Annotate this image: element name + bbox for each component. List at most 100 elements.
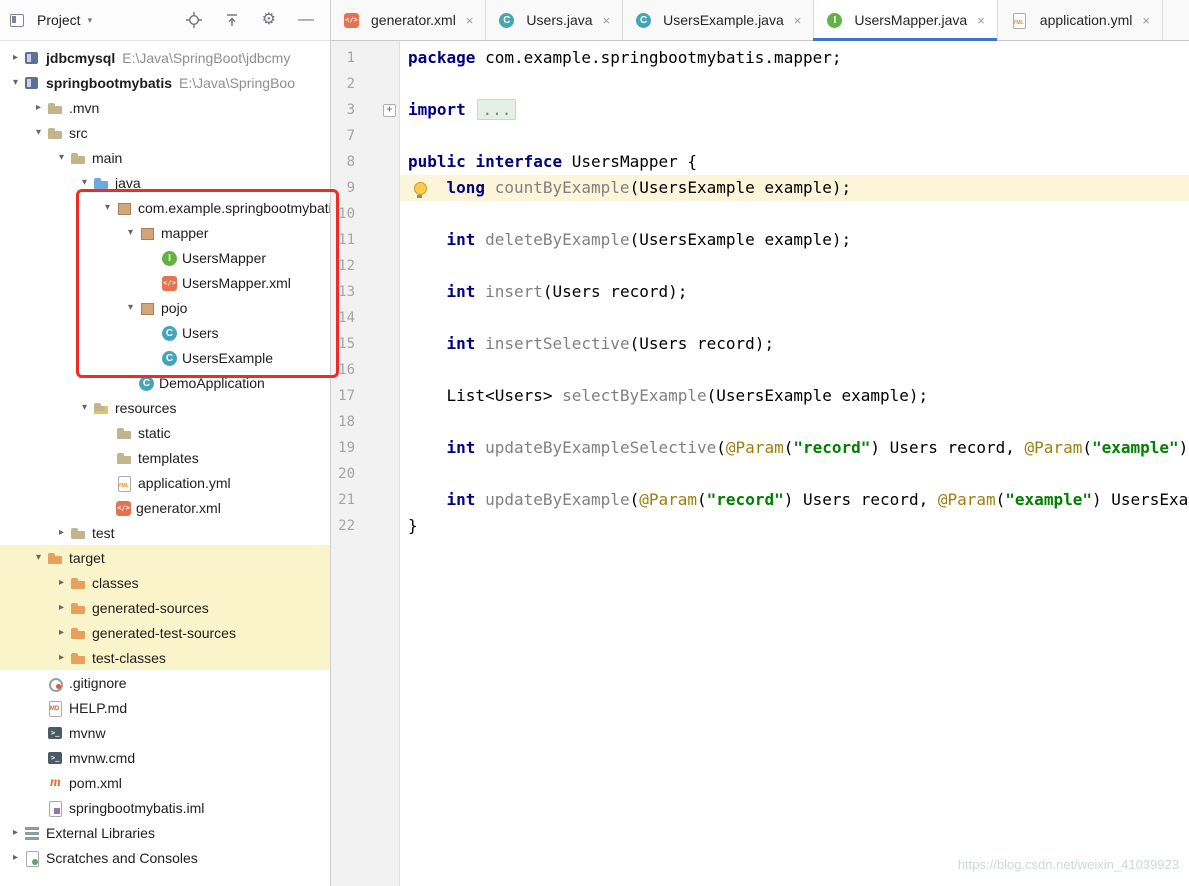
folder-orange-icon xyxy=(70,650,87,666)
code-token xyxy=(408,438,447,457)
chevron-down-icon[interactable]: ▾ xyxy=(100,202,115,213)
tree-item-static[interactable]: static xyxy=(0,420,330,445)
tree-item-scratches-and-consoles[interactable]: ▸Scratches and Consoles xyxy=(0,845,330,870)
tree-item-usersexample[interactable]: UsersExample xyxy=(0,345,330,370)
chevron-right-icon[interactable]: ▸ xyxy=(31,102,46,113)
xml-icon xyxy=(344,13,359,28)
project-toolbar: Project ▾ ⚙ — xyxy=(0,0,330,41)
tree-item-users[interactable]: Users xyxy=(0,320,330,345)
code-text: int insertSelective(Users record); xyxy=(400,331,774,357)
project-panel-title[interactable]: Project xyxy=(37,12,81,28)
tree-item-test[interactable]: ▸ test xyxy=(0,520,330,545)
tree-item-label: com.example.springbootmybatis xyxy=(138,200,330,216)
tree-item-generated-test-sources[interactable]: ▸generated-test-sources xyxy=(0,620,330,645)
locate-file-icon[interactable] xyxy=(186,12,202,28)
tree-item-main[interactable]: ▾main xyxy=(0,145,330,170)
tree-item-resources[interactable]: ▾resources xyxy=(0,395,330,420)
chevron-down-icon[interactable]: ▾ xyxy=(54,152,69,163)
chevron-down-icon[interactable]: ▾ xyxy=(77,402,92,413)
tree-item-application-yml[interactable]: application.yml xyxy=(0,470,330,495)
chevron-right-icon[interactable]: ▸ xyxy=(54,602,69,613)
tree-item-mvn[interactable]: ▸.mvn xyxy=(0,95,330,120)
chevron-down-icon[interactable]: ▾ xyxy=(31,127,46,138)
code-token: List<Users> xyxy=(408,386,562,405)
tree-item-jdbcmysql[interactable]: ▸jdbcmysqlE:\Java\SpringBoot\jdbcmy xyxy=(0,45,330,70)
tree-item-label: HELP.md xyxy=(69,700,127,716)
code-line: int updateByExample(@Param("record") Use… xyxy=(400,487,1189,513)
tab-label: UsersExample.java xyxy=(663,12,784,28)
settings-gear-icon[interactable]: ⚙ xyxy=(262,12,276,28)
tree-item-label: test-classes xyxy=(92,650,166,666)
tree-item-springbootmybatis-iml[interactable]: springbootmybatis.iml xyxy=(0,795,330,820)
chevron-down-icon[interactable]: ▾ xyxy=(123,227,138,238)
code-token: UsersMapper { xyxy=(562,152,697,171)
close-tab-icon[interactable]: × xyxy=(603,13,611,28)
gutter-line: 8 xyxy=(331,149,399,175)
watermark-text: https://blog.csdn.net/weixin_41039923 xyxy=(958,857,1179,872)
chevron-right-icon[interactable]: ▸ xyxy=(8,827,23,838)
class-icon xyxy=(162,326,177,341)
close-tab-icon[interactable]: × xyxy=(466,13,474,28)
tab-generator-xml[interactable]: generator.xml× xyxy=(331,0,486,40)
tree-item-springbootmybatis[interactable]: ▾springbootmybatisE:\Java\SpringBoo xyxy=(0,70,330,95)
tree-item-pojo[interactable]: ▾pojo xyxy=(0,295,330,320)
line-number: 15 xyxy=(331,331,355,357)
tree-item-external-libraries[interactable]: ▸External Libraries xyxy=(0,820,330,845)
chevron-down-icon[interactable]: ▾ xyxy=(123,302,138,313)
tree-item-templates[interactable]: templates xyxy=(0,445,330,470)
chevron-down-icon[interactable]: ▾ xyxy=(88,15,93,26)
tab-usersmapper-java[interactable]: UsersMapper.java× xyxy=(814,0,997,40)
close-tab-icon[interactable]: × xyxy=(1142,13,1150,28)
tree-item-src[interactable]: ▾src xyxy=(0,120,330,145)
chevron-right-icon[interactable]: ▸ xyxy=(54,577,69,588)
intention-bulb-icon[interactable] xyxy=(414,182,427,195)
chevron-right-icon[interactable]: ▸ xyxy=(8,852,23,863)
tree-item-com-example-springbootmybatis[interactable]: ▾ com.example.springbootmybatis xyxy=(0,195,330,220)
chevron-down-icon[interactable]: ▾ xyxy=(31,552,46,563)
chevron-right-icon[interactable]: ▸ xyxy=(54,527,69,538)
tree-item-generator-xml[interactable]: generator.xml xyxy=(0,495,330,520)
close-tab-icon[interactable]: × xyxy=(794,13,802,28)
tree-item-path: E:\Java\SpringBoot\jdbcmy xyxy=(122,50,290,66)
code-token xyxy=(475,490,485,509)
iml-icon xyxy=(47,800,64,816)
collapse-all-icon[interactable] xyxy=(224,12,240,28)
tree-item-mvnw[interactable]: mvnw xyxy=(0,720,330,745)
tree-item-pom-xml[interactable]: pom.xml xyxy=(0,770,330,795)
tree-item-mapper[interactable]: ▾mapper xyxy=(0,220,330,245)
gutter-line: 22 xyxy=(331,513,399,539)
code-token: ( xyxy=(697,490,707,509)
tab-usersexample-java[interactable]: UsersExample.java × xyxy=(623,0,814,40)
folder-icon xyxy=(47,125,64,141)
tree-item-label: test xyxy=(92,525,115,541)
tree-item-test-classes[interactable]: ▸ test-classes xyxy=(0,645,330,670)
code-token xyxy=(466,100,476,119)
ide-window: Project ▾ ⚙ — ▸jdbcmysqlE:\Java\SpringBo… xyxy=(0,0,1189,886)
tree-item-classes[interactable]: ▸classes xyxy=(0,570,330,595)
chevron-down-icon[interactable]: ▾ xyxy=(77,177,92,188)
tree-item-mvnw-cmd[interactable]: mvnw.cmd xyxy=(0,745,330,770)
chevron-right-icon[interactable]: ▸ xyxy=(8,52,23,63)
tab-application-yml[interactable]: application.yml× xyxy=(998,0,1163,40)
tree-item-generated-sources[interactable]: ▸generated-sources xyxy=(0,595,330,620)
hide-panel-icon[interactable]: — xyxy=(298,12,314,28)
editor-area[interactable]: 123+78910111213141516171819202122 packag… xyxy=(331,41,1189,886)
tab-users-java[interactable]: Users.java× xyxy=(486,0,623,40)
tree-item-java[interactable]: ▾java xyxy=(0,170,330,195)
tree-item-usersmapper[interactable]: UsersMapper xyxy=(0,245,330,270)
fold-marker-icon[interactable]: + xyxy=(383,104,396,117)
package-icon xyxy=(116,200,133,216)
code-token: long xyxy=(447,178,486,197)
editor-code[interactable]: package com.example.springbootmybatis.ma… xyxy=(400,41,1189,886)
tree-item-usersmapper-xml[interactable]: UsersMapper.xml xyxy=(0,270,330,295)
tree-item-help-md[interactable]: HELP.md xyxy=(0,695,330,720)
tree-item-demoapplication[interactable]: DemoApplication xyxy=(0,370,330,395)
gutter-line: 11 xyxy=(331,227,399,253)
close-tab-icon[interactable]: × xyxy=(977,13,985,28)
tree-item-target[interactable]: ▾target xyxy=(0,545,330,570)
chevron-down-icon[interactable]: ▾ xyxy=(8,77,23,88)
tree-item-path: E:\Java\SpringBoo xyxy=(179,75,295,91)
chevron-right-icon[interactable]: ▸ xyxy=(54,652,69,663)
tree-item-gitignore[interactable]: .gitignore xyxy=(0,670,330,695)
chevron-right-icon[interactable]: ▸ xyxy=(54,627,69,638)
